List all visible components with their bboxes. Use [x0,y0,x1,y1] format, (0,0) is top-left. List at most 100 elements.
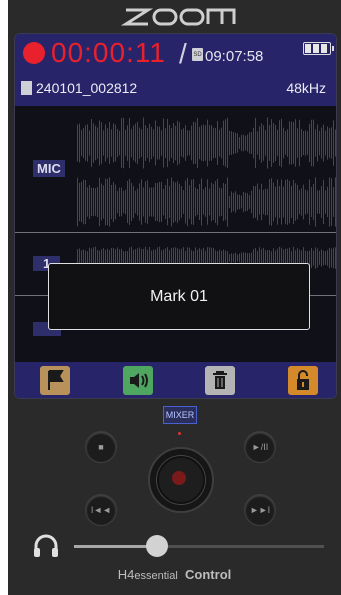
waveform-bar [259,189,260,215]
waveform-bar [313,250,314,266]
waveform-bar [123,190,124,214]
waveform-bar [127,125,128,161]
waveform-bar [197,117,198,169]
waveform-bar [269,125,270,161]
fast-forward-button[interactable]: ►►I [244,494,276,526]
zoom-logo [120,8,236,26]
waveform-bar [297,128,298,158]
waveform-bar [205,125,206,161]
waveform-bar [121,118,122,168]
waveform-bar [175,125,176,161]
waveform-bar [157,182,158,222]
waveform-bar [275,124,276,162]
waveform-bar [235,132,236,154]
lock-button[interactable] [288,366,318,395]
waveform-bar [329,128,330,158]
waveform-bar [137,188,138,216]
waveform-bar [221,127,222,159]
waveform-bar [323,250,324,266]
waveform-bar [319,130,320,156]
waveform-bar [183,190,184,214]
waveform-bar [117,190,118,214]
mic-waveform-left [77,117,336,169]
waveform-bar [271,178,272,226]
mic-waveform-right [77,177,336,227]
waveform-bar [253,185,254,219]
waveform-bar [85,125,86,161]
play-pause-button[interactable]: ►/II [244,431,276,463]
waveform-bar [235,191,236,213]
waveform-bar [255,117,256,169]
waveform-bar [237,254,238,262]
waveform-bar [199,126,200,160]
waveform-bar [123,117,124,169]
waveform-bar [85,180,86,224]
waveform-bar [173,122,174,164]
volume-slider-knob[interactable] [145,535,168,557]
waveform-bar [175,182,176,222]
waveform-bar [279,120,280,166]
waveform-bar [265,188,266,216]
speaker-button[interactable] [123,366,153,395]
waveform-bar [331,178,332,226]
waveform-bar [317,124,318,162]
waveform-bar [87,187,88,217]
volume-slider[interactable] [74,535,324,557]
waveform-bar [267,117,268,169]
delete-button[interactable] [205,366,235,395]
stop-button[interactable]: ■ [85,431,117,463]
mark-button[interactable] [40,366,70,395]
waveform-bar [219,129,220,157]
waveform-bar [159,126,160,160]
waveform-bar [223,183,224,221]
rewind-button[interactable]: I◄◄ [85,494,117,526]
waveform-bar [233,192,234,212]
waveform-bar [169,185,170,219]
waveform-bar [195,122,196,164]
waveform-bar [235,252,236,264]
elapsed-time: 00:00:11 [51,37,166,68]
waveform-bar [181,186,182,218]
waveform-bar [165,185,166,219]
waveform-bar [311,247,312,269]
waveform-bar [95,125,96,161]
waveform-bar [81,129,82,157]
waveform-bar [199,184,200,220]
waveform-bar [161,182,162,222]
waveform-bar [289,180,290,224]
waveform-bar [163,188,164,216]
waveform-bar [231,191,232,213]
waveform-bar [77,177,78,227]
waveform-bar [315,247,316,269]
waveform-bar [151,187,152,217]
waveform-bar [149,187,150,217]
waveform-bar [303,184,304,220]
waveform-bar [307,131,308,155]
waveform-bar [261,123,262,163]
waveform-bar [271,119,272,167]
waveform-bar [79,182,80,222]
waveform-bar [301,188,302,216]
record-button[interactable] [148,447,214,513]
waveform-bar [313,119,314,167]
waveform-bar [163,118,164,168]
waveform-bar [327,126,328,160]
screen-toolbar [15,362,336,398]
waveform-bar [185,180,186,224]
device-body: 00:00:11 / SD 09:07:58 240101_002812 48k… [8,0,341,595]
waveform-bar [329,177,330,227]
waveform-bar [245,252,246,264]
waveform-bar [247,134,248,152]
mixer-button[interactable]: MIXER [163,406,197,424]
waveform-bar [327,186,328,218]
sample-rate: 48kHz [286,80,326,96]
waveform-bar [311,119,312,167]
waveform-bar [147,128,148,158]
waveform-bar [313,183,314,221]
waveform-bar [193,179,194,225]
waveform-bar [93,123,94,163]
waveform-bar [143,117,144,169]
waveform-bar [287,129,288,157]
waveform-bar [295,183,296,221]
waveform-bar [321,186,322,218]
